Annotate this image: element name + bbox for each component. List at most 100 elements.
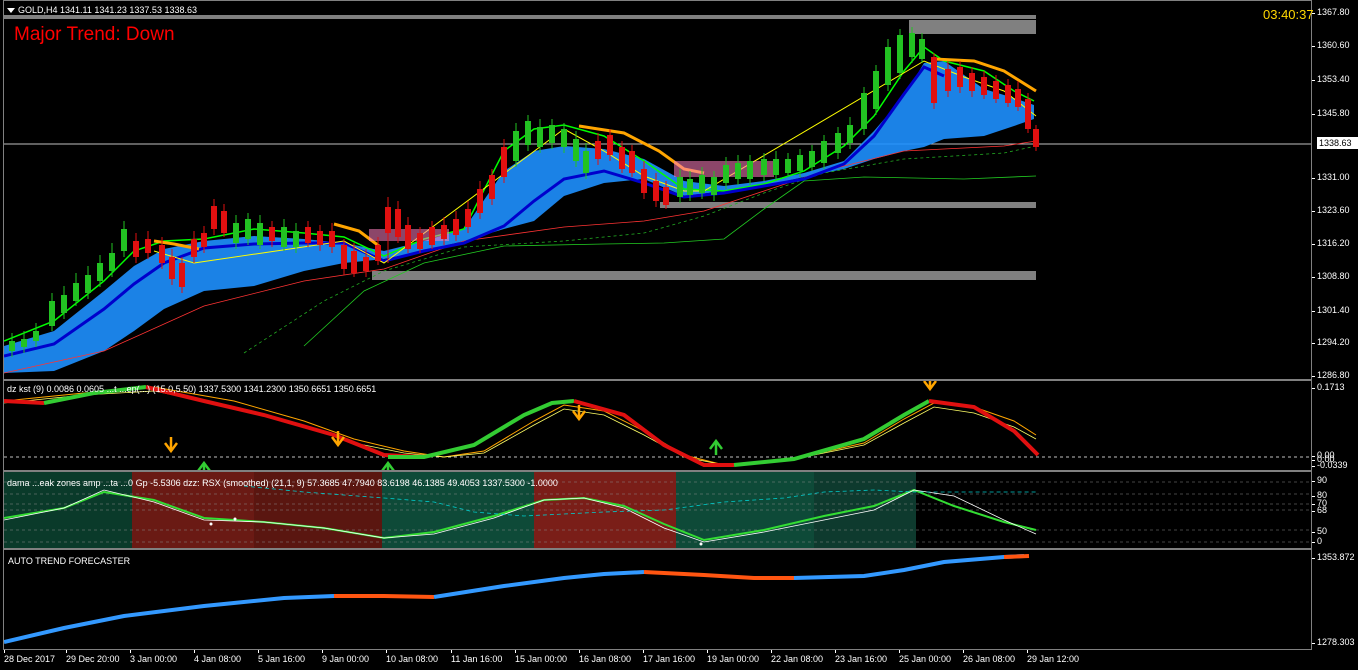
kst-top-tick: 0.1713 <box>1312 382 1345 392</box>
candle-body <box>501 147 507 177</box>
forecast-blue-seg-3 <box>793 554 1025 580</box>
candle-body <box>513 131 519 161</box>
forecaster-plot[interactable]: AUTO TREND FORECASTER <box>3 549 1312 650</box>
candle-body <box>1005 85 1011 103</box>
candle-body <box>699 175 705 193</box>
candle-body <box>945 69 951 91</box>
time-tick: 29 Dec 20:00 <box>66 654 120 664</box>
time-tick-mark <box>643 650 644 653</box>
candle-body <box>351 251 357 273</box>
candle-body <box>641 169 647 193</box>
rsx-dot <box>233 517 237 521</box>
price-tick: 1316.20 <box>1312 238 1350 248</box>
candle-body <box>169 257 175 279</box>
kst-bottom-tick: -0.0339 <box>1312 460 1348 470</box>
time-tick: 25 Jan 00:00 <box>899 654 952 664</box>
support-zone-low <box>372 271 1036 280</box>
time-tick-mark <box>4 650 5 653</box>
forecaster-top-tick: 1353.872 <box>1312 552 1355 562</box>
candle-body <box>405 225 411 249</box>
kst-plot[interactable]: dz kst (9) 0.0086 0.0605 ...t ...ep(...)… <box>3 380 1312 471</box>
time-tick: 9 Jan 00:00 <box>322 654 370 664</box>
candle-body <box>573 139 579 161</box>
main-chart-pane[interactable]: GOLD,H4 1341.11 1341.23 1337.53 1338.63 … <box>0 0 1358 380</box>
time-tick-mark <box>194 650 195 653</box>
candle-body <box>85 275 91 293</box>
main-chart-plot[interactable]: GOLD,H4 1341.11 1341.23 1337.53 1338.63 … <box>3 0 1312 380</box>
price-tick: 1367.80 <box>1312 7 1350 17</box>
time-tick-mark <box>707 650 708 653</box>
time-tick: 3 Jan 00:00 <box>130 654 178 664</box>
candle-body <box>677 177 683 197</box>
candle-body <box>477 189 483 213</box>
time-tick-mark <box>899 650 900 653</box>
candle-body <box>761 159 767 175</box>
candle-body <box>873 71 879 109</box>
forecaster-label: AUTO TREND FORECASTER <box>8 556 131 566</box>
kst-pane[interactable]: dz kst (9) 0.0086 0.0605 ...t ...ep(...)… <box>0 380 1358 471</box>
candle-body <box>561 129 567 147</box>
time-tick-mark <box>130 650 131 653</box>
time-tick: 16 Jan 08:00 <box>579 654 632 664</box>
candle-body <box>33 331 39 341</box>
candle-body <box>489 175 495 199</box>
candle-body <box>257 223 263 245</box>
candle-body <box>179 263 185 287</box>
time-tick: 22 Jan 08:00 <box>771 654 824 664</box>
forecast-blue-seg-1 <box>4 594 335 644</box>
rsx-plot[interactable]: dama ...eak zones amp ...ta ...0 Gp -5.5… <box>3 471 1312 549</box>
candle-body <box>785 159 791 173</box>
candle-body <box>595 141 601 159</box>
forecast-orange-seg-3 <box>1003 554 1030 559</box>
candle-body <box>97 263 103 281</box>
rsx-level-68: 68 <box>1311 505 1328 515</box>
forecast-blue-seg-2 <box>433 570 645 599</box>
time-tick-mark <box>322 650 323 653</box>
candle-body <box>395 209 401 237</box>
symbol-info: GOLD,H4 1341.11 1341.23 1337.53 1338.63 <box>18 5 197 15</box>
chart-menu-icon[interactable] <box>7 8 15 13</box>
resistance-zone-box <box>909 20 1036 34</box>
candle-body <box>931 57 937 103</box>
time-tick-mark <box>451 650 452 653</box>
time-tick-mark <box>1027 650 1028 653</box>
candle-body <box>981 77 987 95</box>
candle-body <box>221 211 227 233</box>
price-axis: 1367.80 1360.60 1353.40 1345.80 1331.00 1323.… <box>1312 0 1358 380</box>
rsx-level-90: 90 <box>1311 475 1328 485</box>
rsx-zone <box>814 472 916 548</box>
time-tick-mark <box>835 650 836 653</box>
rsx-axis: 90 80 70 68 50 0 <box>1311 471 1358 549</box>
price-tick: 1331.00 <box>1312 172 1350 182</box>
candle-body <box>317 231 323 245</box>
candle-body <box>885 47 891 85</box>
price-tick: 1308.80 <box>1312 271 1350 281</box>
candle-body <box>211 206 217 229</box>
candle-body <box>441 225 447 239</box>
candle-body <box>993 81 999 99</box>
candle-body <box>821 141 827 163</box>
candle-body <box>607 135 613 155</box>
thin-green-line <box>303 175 1037 347</box>
forecaster-pane[interactable]: AUTO TREND FORECASTER 1353.872 1278.303 <box>0 549 1358 650</box>
candle-body <box>735 163 741 179</box>
candle-body <box>957 67 963 87</box>
price-tick: 1301.40 <box>1312 305 1350 315</box>
kst-red-seg-2 <box>145 385 425 459</box>
candle-body <box>21 339 27 347</box>
forecaster-chart <box>4 554 1030 644</box>
candle-body <box>453 219 459 235</box>
rsx-pane[interactable]: dama ...eak zones amp ...ta ...0 Gp -5.5… <box>0 471 1358 549</box>
candle-body <box>385 207 391 233</box>
kst-signal-line <box>4 386 1037 466</box>
clock: 03:40:37 <box>1263 7 1314 22</box>
time-tick-mark <box>579 650 580 653</box>
candle-body <box>281 227 287 247</box>
rsx-dot <box>209 522 213 526</box>
candle-body <box>1015 89 1021 107</box>
candle-body <box>61 295 67 313</box>
candle-body <box>233 223 239 243</box>
candle-body <box>133 241 139 257</box>
time-tick-mark <box>963 650 964 653</box>
candle-body <box>375 245 381 261</box>
